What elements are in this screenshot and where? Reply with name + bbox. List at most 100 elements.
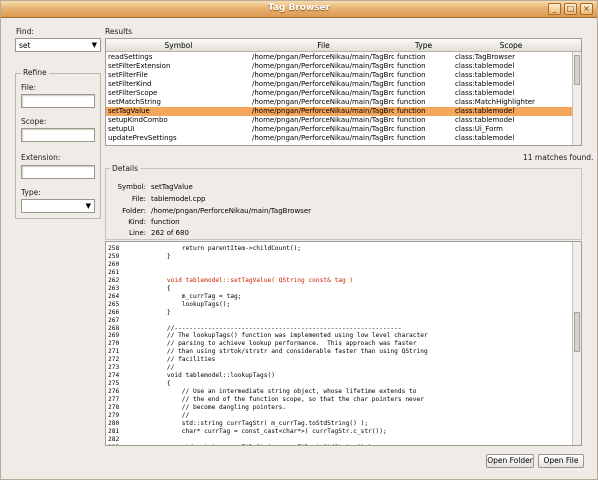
chevron-down-icon: ▼ xyxy=(85,202,91,210)
line-number: 260 xyxy=(108,260,120,268)
line-value: 262 of 680 xyxy=(151,229,189,237)
table-row[interactable]: setFilterExtension/home/pngan/PerforceNi… xyxy=(106,62,572,71)
file-filter-input[interactable] xyxy=(21,94,95,108)
code-text: std::string currTagStr( m_currTag.toStdS… xyxy=(152,419,369,427)
cell-file: /home/pngan/PerforceNikau/main/TagBro... xyxy=(252,62,394,70)
extension-filter-input[interactable] xyxy=(21,165,95,179)
header-type[interactable]: Type xyxy=(396,41,451,50)
code-line: 268 //----------------------------------… xyxy=(106,325,572,333)
table-row[interactable]: setMatchString/home/pngan/PerforceNikau/… xyxy=(106,98,572,107)
file-value: tablemodel.cpp xyxy=(151,195,206,203)
line-number: 282 xyxy=(108,435,120,443)
open-folder-button[interactable]: Open Folder xyxy=(486,454,534,468)
line-number: 265 xyxy=(108,300,120,308)
cell-symbol: readSettings xyxy=(108,53,153,61)
code-text: // parsing to achieve lookup performance… xyxy=(152,340,417,348)
cell-scope: class:tablemodel xyxy=(455,134,515,142)
open-file-button[interactable]: Open File xyxy=(538,454,584,468)
cell-scope: class:tablemodel xyxy=(455,62,515,70)
cell-symbol: setFilterKind xyxy=(108,80,152,88)
table-row[interactable]: setFilterFile/home/pngan/PerforceNikau/m… xyxy=(106,71,572,80)
results-label: Results xyxy=(105,27,133,36)
cell-symbol: updatePrevSettings xyxy=(108,134,177,142)
scope-filter-input[interactable] xyxy=(21,128,95,142)
line-number: 271 xyxy=(108,348,120,356)
chevron-down-icon: ▼ xyxy=(91,41,97,49)
code-line: 274 void tablemodel::lookupTags() xyxy=(106,372,572,380)
cell-symbol: setupUi xyxy=(108,125,135,133)
table-row[interactable]: updatePrevSettings/home/pngan/PerforceNi… xyxy=(106,134,572,143)
header-file[interactable]: File xyxy=(251,41,396,50)
table-row[interactable]: setFilterKind/home/pngan/PerforceNikau/m… xyxy=(106,80,572,89)
cell-file: /home/pngan/PerforceNikau/main/TagBro... xyxy=(252,116,394,124)
cell-symbol: setFilterScope xyxy=(108,89,158,97)
code-line: 263 { xyxy=(106,285,572,293)
header-symbol[interactable]: Symbol xyxy=(106,41,251,50)
cell-type: function xyxy=(397,71,426,79)
code-text: // xyxy=(152,364,175,372)
code-line: 267 xyxy=(106,317,572,325)
details-group: Details Symbol: setTagValue File: tablem… xyxy=(105,164,582,240)
line-number: 273 xyxy=(108,364,120,372)
results-header: Symbol File Type Scope xyxy=(106,39,581,52)
code-line: 283 std::string currFileStr( m_currFile.… xyxy=(106,444,572,445)
code-text: lookupTags(); xyxy=(152,300,231,308)
cell-symbol: setupKindCombo xyxy=(108,116,168,124)
line-number: 279 xyxy=(108,411,120,419)
line-number: 277 xyxy=(108,396,120,404)
cell-scope: class:tablemodel xyxy=(455,89,515,97)
code-line: 280 std::string currTagStr( m_currTag.to… xyxy=(106,420,572,428)
table-row[interactable]: readSettings/home/pngan/PerforceNikau/ma… xyxy=(106,53,572,62)
source-code-view[interactable]: 258 return parentItem->childCount(); 259 … xyxy=(105,241,582,446)
line-number: 281 xyxy=(108,427,120,435)
window-title: Tag Browser xyxy=(267,3,331,13)
file-key: File: xyxy=(131,195,146,203)
line-number: 272 xyxy=(108,356,120,364)
code-text: //--------------------------------------… xyxy=(152,324,402,332)
code-scrollbar[interactable] xyxy=(572,242,581,445)
table-row[interactable]: setupUi/home/pngan/PerforceNikau/main/Ta… xyxy=(106,125,572,134)
line-number: 262 xyxy=(108,276,120,284)
line-number: 274 xyxy=(108,372,120,380)
results-scrollbar[interactable] xyxy=(572,52,581,145)
code-line: 264 m_currTag = tag; xyxy=(106,293,572,301)
cell-symbol: setFilterFile xyxy=(108,71,148,79)
code-line: 270 // parsing to achieve lookup perform… xyxy=(106,340,572,348)
code-line: 281 char* currTag = const_cast<char*>( c… xyxy=(106,428,572,436)
title-bar[interactable]: Tag Browser _ □ × xyxy=(1,1,597,18)
code-line: 277 // the end of the function scope, so… xyxy=(106,396,572,404)
line-number: 280 xyxy=(108,419,120,427)
table-row[interactable]: setTagValue/home/pngan/PerforceNikau/mai… xyxy=(106,107,572,116)
line-number: 283 xyxy=(106,444,146,445)
line-number: 270 xyxy=(108,340,120,348)
code-text: } xyxy=(152,308,171,316)
cell-type: function xyxy=(397,98,426,106)
code-text: { xyxy=(152,284,171,292)
folder-value: /home/pngan/PerforceNikau/main/TagBrowse… xyxy=(151,207,312,215)
code-text: { xyxy=(152,380,171,388)
minimize-icon[interactable]: _ xyxy=(548,3,561,15)
scope-label: Scope: xyxy=(21,117,47,126)
table-row[interactable]: setFilterScope/home/pngan/PerforceNikau/… xyxy=(106,89,572,98)
header-scope[interactable]: Scope xyxy=(451,41,571,50)
cell-file: /home/pngan/PerforceNikau/main/TagBro... xyxy=(252,80,394,88)
code-text: return parentItem->childCount(); xyxy=(152,245,302,252)
maximize-icon[interactable]: □ xyxy=(564,3,577,15)
cell-file: /home/pngan/PerforceNikau/main/TagBrowse… xyxy=(252,53,394,61)
line-number: 278 xyxy=(108,404,120,411)
code-line: 258 return parentItem->childCount(); xyxy=(106,245,572,253)
results-table: Symbol File Type Scope readSettings/home… xyxy=(105,38,582,146)
cell-scope: class:tablemodel xyxy=(455,71,515,79)
close-icon[interactable]: × xyxy=(580,3,593,15)
code-line: 271 // than using strtok/strstr and cons… xyxy=(106,348,572,356)
find-combo[interactable]: set ▼ xyxy=(15,38,101,52)
line-number: 268 xyxy=(108,324,120,332)
cell-file: /home/pngan/PerforceNikau/main/TagBro... xyxy=(252,98,394,106)
code-text: // the end of the function scope, so tha… xyxy=(152,396,424,404)
code-line: 261 xyxy=(106,269,572,277)
cell-type: function xyxy=(397,89,426,97)
scrollbar-thumb[interactable] xyxy=(574,55,580,85)
type-combo[interactable]: ▼ xyxy=(21,199,95,213)
table-row[interactable]: setupKindCombo/home/pngan/PerforceNikau/… xyxy=(106,116,572,125)
scrollbar-thumb[interactable] xyxy=(574,312,580,352)
